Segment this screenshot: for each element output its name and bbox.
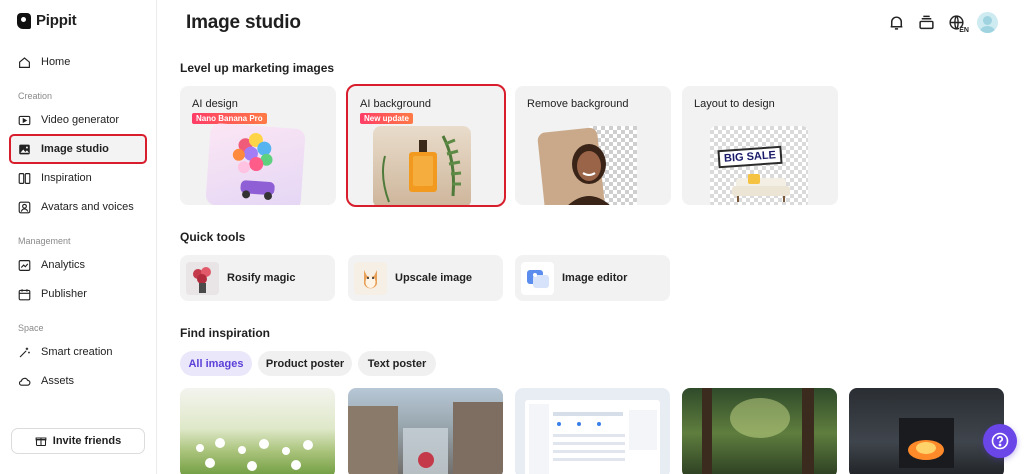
card-layout-to-design[interactable]: Layout to design BIG SALE: [682, 86, 838, 205]
language-code: EN: [959, 26, 969, 35]
rosify-thumbnail: [186, 261, 219, 295]
card-badge: New update: [360, 113, 413, 124]
tool-label: Upscale image: [395, 272, 473, 284]
inspiration-icon: [18, 172, 31, 184]
tool-rosify-magic[interactable]: Rosify magic: [180, 255, 335, 301]
sidebar-item-label: Assets: [41, 375, 75, 387]
credits-button[interactable]: [917, 14, 935, 32]
section-label-creation: Creation: [18, 91, 53, 101]
marketing-section-title: Level up marketing images: [180, 61, 335, 75]
card-ai-design[interactable]: AI design Nano Banana Pro: [180, 86, 336, 205]
card-title: Remove background: [527, 98, 629, 110]
sidebar-item-image-studio[interactable]: Image studio: [9, 134, 147, 164]
card-remove-background[interactable]: Remove background: [515, 86, 671, 205]
sofa-icon: [732, 174, 790, 202]
video-icon: [18, 115, 31, 125]
quick-tools-title: Quick tools: [180, 230, 246, 244]
sidebar: Pippit Home Creation Video generator Ima…: [0, 0, 157, 474]
invite-friends-button[interactable]: Invite friends: [11, 428, 145, 454]
card-title: AI background: [360, 98, 431, 110]
card-title: AI design: [192, 98, 238, 110]
sidebar-item-label: Avatars and voices: [41, 201, 134, 213]
sidebar-item-assets[interactable]: Assets: [10, 367, 146, 395]
bell-icon: [890, 16, 902, 30]
upscale-thumbnail: [354, 261, 387, 295]
inspiration-thumb-street[interactable]: [348, 388, 503, 474]
sidebar-item-smart-creation[interactable]: Smart creation: [10, 338, 146, 366]
balloon-car-icon: [232, 132, 275, 200]
sidebar-item-inspiration[interactable]: Inspiration: [10, 164, 146, 192]
filter-all-images[interactable]: All images: [180, 351, 252, 376]
image-editor-thumbnail: [521, 261, 554, 295]
invite-label: Invite friends: [52, 435, 122, 447]
cloud-icon: [18, 377, 31, 386]
app-root: Pippit Home Creation Video generator Ima…: [0, 0, 1024, 474]
sidebar-item-label: Image studio: [41, 143, 109, 155]
page-title: Image studio: [186, 12, 301, 33]
inspiration-title: Find inspiration: [180, 326, 270, 340]
sidebar-item-label: Smart creation: [41, 346, 113, 358]
pippit-logo-icon: [17, 12, 31, 29]
sidebar-item-label: Publisher: [41, 288, 87, 300]
header-actions: EN: [887, 12, 998, 35]
sidebar-item-label: Analytics: [41, 259, 86, 271]
filter-product-poster[interactable]: Product poster: [258, 351, 352, 376]
woman-portrait-icon: [568, 144, 610, 205]
sidebar-item-label: Video generator: [41, 114, 120, 126]
perfume-bottle-icon: [381, 135, 462, 203]
sidebar-item-home[interactable]: Home: [10, 48, 146, 76]
notifications-button[interactable]: [887, 14, 905, 32]
language-button[interactable]: EN: [947, 14, 969, 35]
sidebar-item-publisher[interactable]: Publisher: [10, 280, 146, 308]
user-avatar[interactable]: [977, 12, 998, 33]
help-button[interactable]: [983, 424, 1017, 458]
logo-text: Pippit: [36, 12, 77, 29]
avatar-icon: [18, 201, 31, 213]
ai-design-artwork: [205, 122, 306, 205]
inspiration-thumb-forest[interactable]: [682, 388, 837, 474]
tool-upscale-image[interactable]: Upscale image: [348, 255, 503, 301]
tool-label: Rosify magic: [227, 272, 296, 284]
filter-text-poster[interactable]: Text poster: [358, 351, 436, 376]
calendar-icon: [18, 288, 31, 300]
image-icon: [19, 144, 30, 154]
gift-icon: [35, 437, 47, 447]
sidebar-item-label: Inspiration: [41, 172, 92, 184]
card-title: Layout to design: [694, 98, 775, 110]
card-ai-background[interactable]: AI background New update: [346, 84, 506, 207]
inspiration-thumb-flowers[interactable]: [180, 388, 335, 474]
sidebar-item-label: Home: [41, 56, 71, 68]
sidebar-item-avatars[interactable]: Avatars and voices: [10, 193, 146, 221]
ai-background-artwork: [373, 126, 471, 205]
stack-icon: [918, 15, 934, 30]
section-label-space: Space: [18, 323, 44, 333]
section-label-management: Management: [18, 236, 71, 246]
sidebar-item-video-generator[interactable]: Video generator: [10, 106, 146, 134]
tool-image-editor[interactable]: Image editor: [515, 255, 670, 301]
home-icon: [19, 56, 30, 68]
analytics-icon: [18, 259, 31, 271]
sidebar-item-analytics[interactable]: Analytics: [10, 251, 146, 279]
question-icon: [991, 432, 1009, 450]
magic-wand-icon: [19, 347, 30, 357]
card-badge: Nano Banana Pro: [192, 113, 267, 124]
logo[interactable]: Pippit: [17, 12, 77, 29]
inspiration-thumb-dashboard[interactable]: [515, 388, 670, 474]
tool-label: Image editor: [562, 272, 628, 284]
inspiration-thumb-fireplace[interactable]: [849, 388, 1004, 474]
